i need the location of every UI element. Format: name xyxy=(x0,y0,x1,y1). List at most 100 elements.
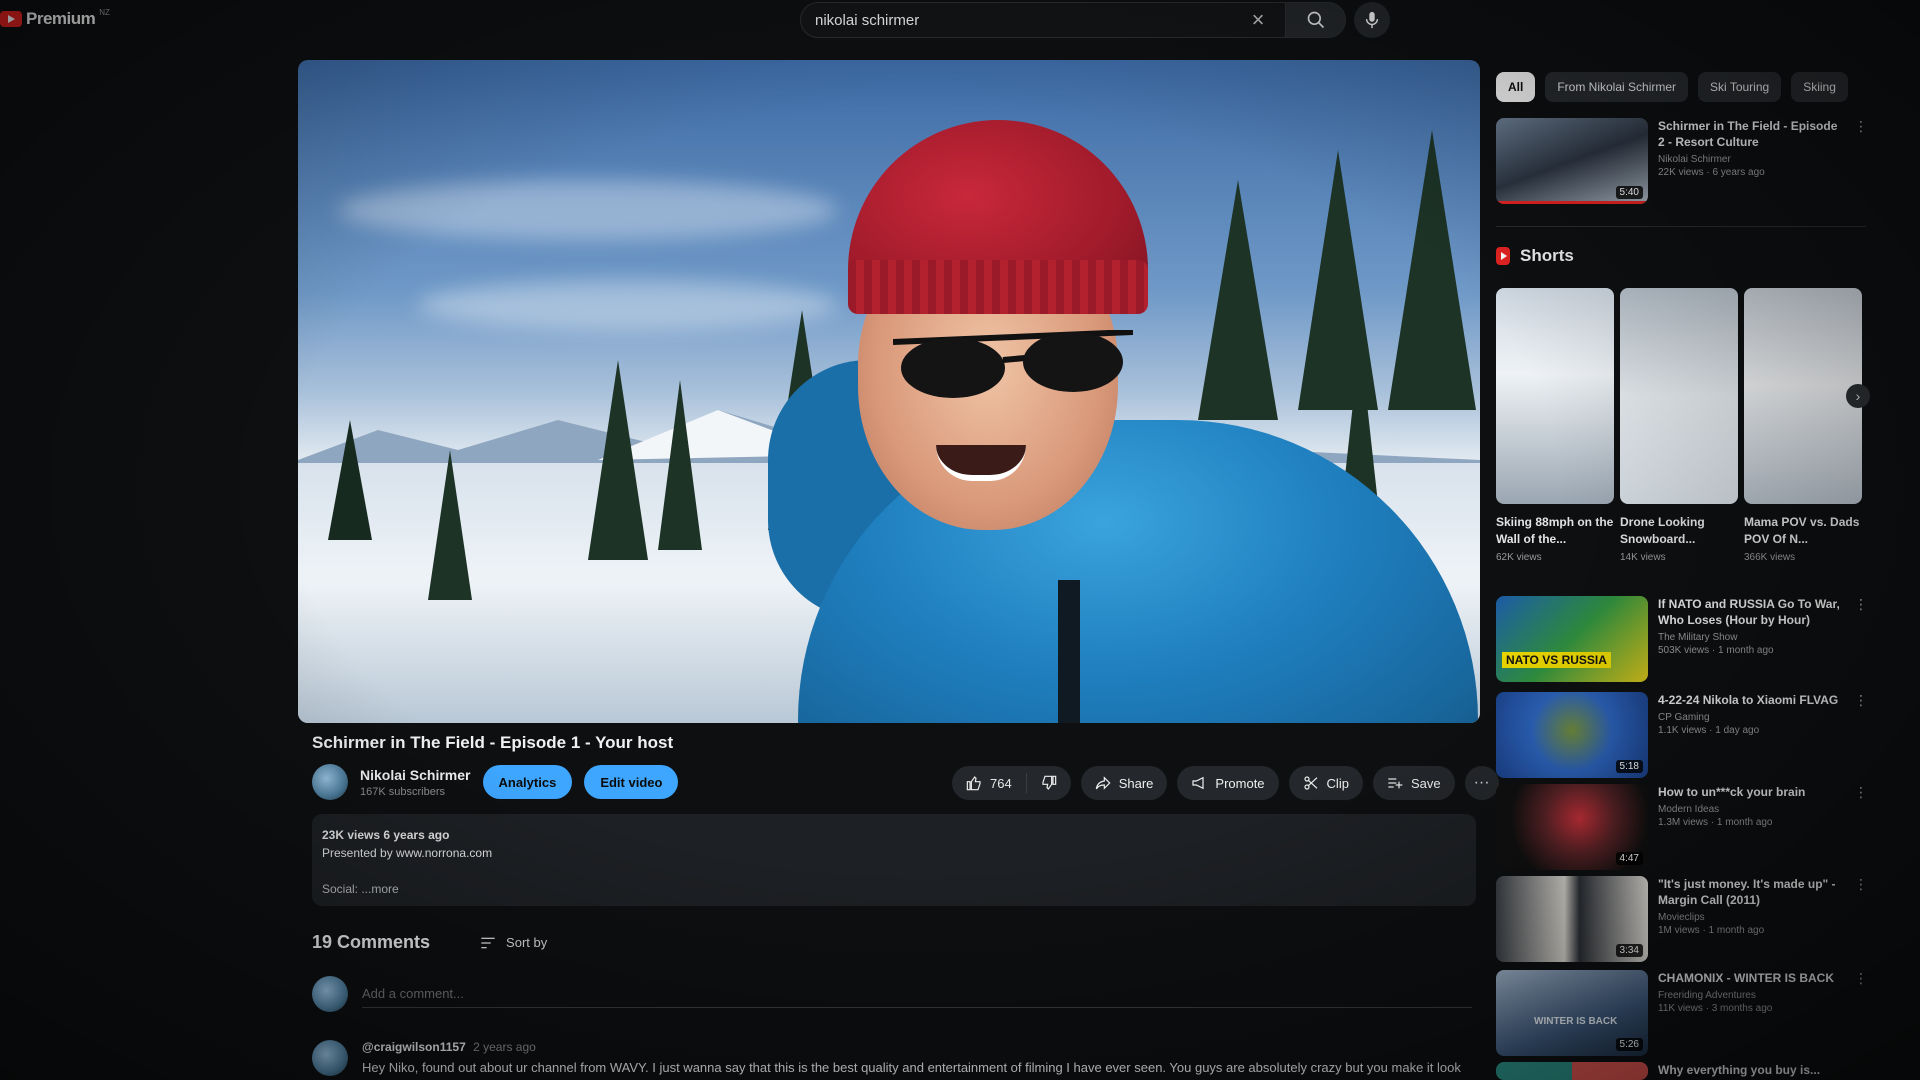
video-thumbnail[interactable]: 4:47 xyxy=(1496,784,1648,870)
video-thumbnail[interactable]: WINTER IS BACK 5:26 xyxy=(1496,970,1648,1056)
short-thumbnail[interactable] xyxy=(1744,288,1862,504)
recommended-video[interactable]: 5:18 4-22-24 Nikola to Xiaomi FLVAG CP G… xyxy=(1496,692,1868,778)
comment-author-line: @craigwilson1157 2 years ago xyxy=(362,1040,1482,1054)
recommended-video[interactable]: 5:40 Schirmer in The Field - Episode 2 -… xyxy=(1496,118,1868,204)
more-vert-icon[interactable]: ⋮ xyxy=(1854,876,1868,962)
more-vert-icon[interactable]: ⋮ xyxy=(1854,970,1868,1056)
megaphone-icon xyxy=(1192,776,1205,790)
short-title[interactable]: Mama POV vs. Dads POV Of N... xyxy=(1744,514,1862,548)
chip-ski-touring[interactable]: Ski Touring xyxy=(1698,72,1782,102)
channel-avatar[interactable] xyxy=(312,764,348,800)
shorts-shelf: Skiing 88mph on the Wall of the... 62K v… xyxy=(1496,288,1862,563)
sort-by-button[interactable]: Sort by xyxy=(480,935,547,950)
chip-from-channel[interactable]: From Nikolai Schirmer xyxy=(1545,72,1689,102)
more-vert-icon[interactable]: ⋮ xyxy=(1854,118,1868,204)
video-meta: How to un***ck your brain Modern Ideas 1… xyxy=(1658,784,1844,870)
tree xyxy=(588,360,648,560)
recommended-video[interactable]: 3:34 "It's just money. It's made up" - M… xyxy=(1496,876,1868,962)
video-title[interactable]: If NATO and RUSSIA Go To War, Who Loses … xyxy=(1658,596,1844,628)
video-channel: CP Gaming xyxy=(1658,712,1710,723)
more-vert-icon[interactable]: ⋮ xyxy=(1854,784,1868,870)
action-bar: 764 Share Promote Clip Save ··· xyxy=(952,766,1499,800)
more-vert-icon[interactable]: ⋮ xyxy=(1854,692,1868,778)
chip-skiing[interactable]: Skiing xyxy=(1791,72,1848,102)
comments-count: 19 Comments xyxy=(312,932,431,952)
commenter-avatar[interactable] xyxy=(312,1040,348,1076)
recommended-video[interactable]: WINTER IS BACK 5:26 CHAMONIX - WINTER IS… xyxy=(1496,970,1868,1056)
mic-icon xyxy=(1365,11,1379,29)
video-channel: The Military Show xyxy=(1658,632,1738,643)
short-title[interactable]: Drone Looking Snowboard... xyxy=(1620,514,1738,548)
video-channel: Movieclips xyxy=(1658,912,1705,923)
tree xyxy=(658,380,702,550)
video-title[interactable]: 4-22-24 Nikola to Xiaomi FLVAG xyxy=(1658,692,1844,708)
sort-by-label: Sort by xyxy=(506,935,548,950)
video-title[interactable]: CHAMONIX - WINTER IS BACK xyxy=(1658,970,1844,986)
channel-info: Nikolai Schirmer 167K subscribers xyxy=(360,767,471,798)
video-channel: Freeriding Adventures xyxy=(1658,990,1756,1001)
promote-button[interactable]: Promote xyxy=(1177,766,1279,800)
logo-country-code: NZ xyxy=(99,8,110,17)
video-thumbnail[interactable]: 5:18 xyxy=(1496,692,1648,778)
close-icon[interactable]: × xyxy=(1245,7,1271,33)
video-title[interactable]: Why everything you buy is... xyxy=(1658,1062,1866,1078)
more-vert-icon[interactable]: ⋮ xyxy=(1854,596,1868,682)
more-actions-button[interactable]: ··· xyxy=(1464,766,1499,800)
channel-name[interactable]: Nikolai Schirmer xyxy=(360,767,471,783)
short-item[interactable]: Skiing 88mph on the Wall of the... 62K v… xyxy=(1496,288,1614,563)
search-bar: × xyxy=(800,2,1390,38)
recommended-video[interactable]: Why everything you buy is... xyxy=(1496,1062,1866,1080)
thumbnail-text: WINTER IS BACK xyxy=(1534,1016,1618,1027)
shorts-icon xyxy=(1496,247,1510,265)
short-thumbnail[interactable] xyxy=(1620,288,1738,504)
video-title[interactable]: Schirmer in The Field - Episode 2 - Reso… xyxy=(1658,118,1844,150)
short-views: 14K views xyxy=(1620,552,1666,563)
like-count: 764 xyxy=(990,775,1012,791)
watch-progress-bar xyxy=(1496,201,1648,204)
youtube-premium-logo[interactable]: Premium NZ xyxy=(0,6,110,32)
video-duration: 5:18 xyxy=(1615,760,1643,773)
save-button[interactable]: Save xyxy=(1372,766,1455,800)
share-button[interactable]: Share xyxy=(1080,766,1168,800)
video-thumbnail[interactable]: NATO VS RUSSIA xyxy=(1496,596,1648,682)
video-thumbnail[interactable]: 3:34 xyxy=(1496,876,1648,962)
thumbs-down-icon xyxy=(1042,775,1056,790)
short-item[interactable]: Mama POV vs. Dads POV Of N... 366K views xyxy=(1744,288,1862,563)
description-box[interactable]: 23K views 6 years ago Presented by www.n… xyxy=(312,814,1476,906)
video-meta: CHAMONIX - WINTER IS BACK Freeriding Adv… xyxy=(1658,970,1844,1056)
search-input[interactable] xyxy=(815,11,1245,29)
edit-video-button[interactable]: Edit video xyxy=(584,765,679,799)
like-button[interactable]: 764 xyxy=(952,766,1026,800)
view-stats: 23K views 6 years ago xyxy=(322,828,450,842)
dislike-button[interactable] xyxy=(1027,766,1071,800)
chip-all[interactable]: All xyxy=(1496,72,1536,102)
video-meta: If NATO and RUSSIA Go To War, Who Loses … xyxy=(1658,596,1844,682)
video-thumbnail[interactable]: 5:40 xyxy=(1496,118,1648,204)
comment-item: @craigwilson1157 2 years ago Hey Niko, f… xyxy=(312,1040,1482,1076)
short-item[interactable]: Drone Looking Snowboard... 14K views xyxy=(1620,288,1738,563)
search-button[interactable] xyxy=(1286,2,1346,38)
video-thumbnail[interactable] xyxy=(1496,1062,1648,1080)
clip-button[interactable]: Clip xyxy=(1288,766,1363,800)
comments-header: 19 Comments Sort by xyxy=(312,932,547,953)
shorts-title: Shorts xyxy=(1520,246,1574,265)
sky-cloud xyxy=(338,180,838,240)
video-player[interactable] xyxy=(298,60,1480,723)
voice-search-button[interactable] xyxy=(1354,2,1390,38)
sunglasses xyxy=(893,330,1133,398)
short-title[interactable]: Skiing 88mph on the Wall of the... xyxy=(1496,514,1614,548)
chevron-right-icon[interactable]: › xyxy=(1846,384,1870,408)
video-title[interactable]: How to un***ck your brain xyxy=(1658,784,1844,800)
short-thumbnail[interactable] xyxy=(1496,288,1614,504)
channel-owner-row: Nikolai Schirmer 167K subscribers Analyt… xyxy=(312,764,679,800)
save-label: Save xyxy=(1410,775,1441,791)
analytics-button[interactable]: Analytics xyxy=(482,765,573,799)
video-title[interactable]: "It's just money. It's made up" - Margin… xyxy=(1658,876,1844,908)
recommended-video[interactable]: NATO VS RUSSIA If NATO and RUSSIA Go To … xyxy=(1496,596,1868,682)
recommended-video[interactable]: 4:47 How to un***ck your brain Modern Id… xyxy=(1496,784,1868,870)
comment-author[interactable]: @craigwilson1157 xyxy=(362,1040,466,1054)
beanie-rib xyxy=(848,260,1148,314)
add-comment-input[interactable] xyxy=(362,980,1472,1008)
scissors-icon xyxy=(1303,776,1317,790)
description-more[interactable]: Social: ...more xyxy=(322,880,1466,898)
